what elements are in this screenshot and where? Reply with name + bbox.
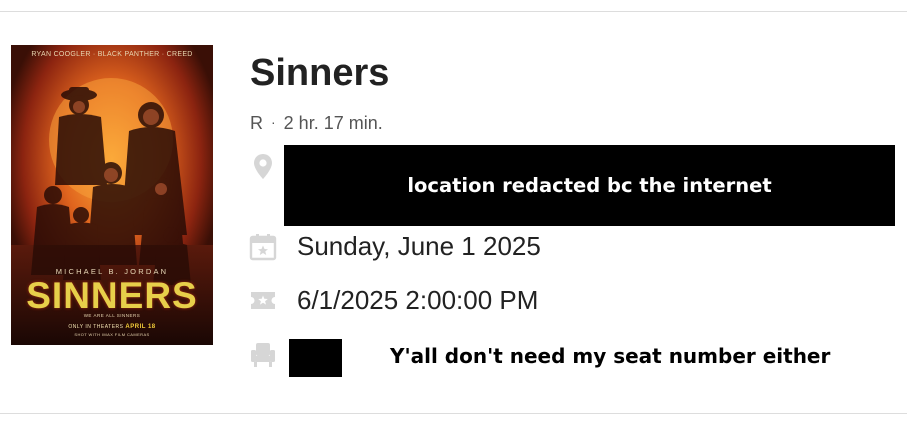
bottom-divider (0, 413, 907, 414)
top-divider (0, 11, 907, 12)
seat-icon (249, 341, 277, 369)
movie-rating: R (250, 113, 263, 133)
poster-credit: RYAN COOGLER · BLACK PANTHER · CREED (31, 51, 193, 58)
poster-tagline: WE ARE ALL SINNERS (83, 313, 141, 318)
movie-poster[interactable]: RYAN COOGLER · BLACK PANTHER · CREED MIC… (11, 45, 213, 345)
ticket-card: RYAN COOGLER · BLACK PANTHER · CREED MIC… (0, 0, 907, 422)
movie-runtime: 2 hr. 17 min. (283, 113, 383, 133)
poster-release-prefix: ONLY IN THEATERS (68, 324, 124, 330)
movie-title[interactable]: Sinners (250, 52, 389, 94)
location-redaction-text: location redacted bc the internet (407, 174, 772, 197)
poster-format-line: SHOT WITH IMAX FILM CAMERAS (74, 332, 150, 337)
showtime: 6/1/2025 2:00:00 PM (297, 285, 539, 315)
poster-release: ONLY IN THEATERS APRIL 18 (11, 324, 213, 330)
seat-redaction (289, 339, 342, 377)
meta-separator: · (271, 114, 276, 130)
map-pin-icon (249, 152, 277, 180)
show-date: Sunday, June 1 2025 (297, 231, 541, 261)
location-redaction: location redacted bc the internet (284, 145, 895, 226)
poster-title: SINNERS (26, 275, 198, 316)
calendar-star-icon (249, 233, 277, 261)
movie-meta: R · 2 hr. 17 min. (250, 113, 383, 134)
seat-note: Y'all don't need my seat number either (390, 344, 831, 368)
ticket-icon (249, 287, 277, 315)
poster-release-date: APRIL 18 (125, 324, 156, 330)
